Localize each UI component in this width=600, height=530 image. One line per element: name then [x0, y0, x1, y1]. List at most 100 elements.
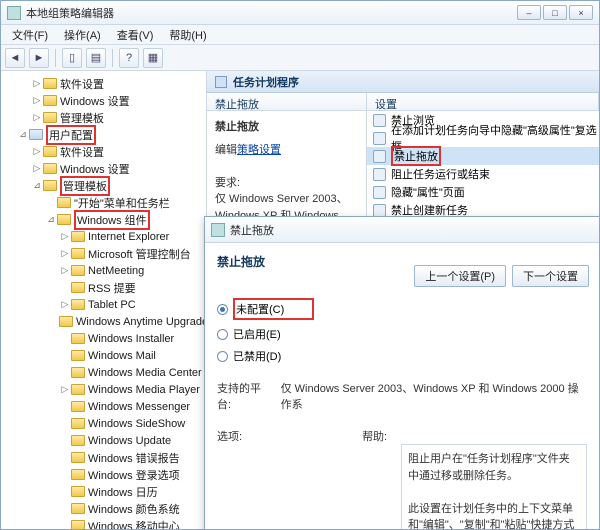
- tree-node[interactable]: ▷软件设置: [3, 75, 204, 92]
- tree-node[interactable]: ⊿管理模板: [3, 177, 204, 194]
- setting-icon: [373, 186, 386, 199]
- up-icon[interactable]: ▯: [62, 48, 82, 68]
- expand-icon[interactable]: ▷: [31, 112, 43, 123]
- supported-text: 仅 Windows Server 2003、Windows XP 和 Windo…: [281, 380, 587, 412]
- window-buttons: – □ ×: [517, 5, 593, 20]
- options-box: [217, 444, 387, 529]
- expand-icon[interactable]: ▷: [31, 163, 43, 174]
- dialog-title-bar: 禁止拖放: [205, 217, 599, 243]
- export-icon[interactable]: ▦: [143, 48, 163, 68]
- folder-icon: [71, 248, 85, 259]
- tree-node[interactable]: ▷Tablet PC: [3, 296, 204, 313]
- menu-bar: 文件(F) 操作(A) 查看(V) 帮助(H): [1, 25, 599, 45]
- window-title: 本地组策略编辑器: [26, 5, 517, 21]
- help-text: 阻止用户在"任务计划程序"文件夹中通过移或删除任务。: [408, 451, 580, 484]
- folder-icon: [71, 333, 85, 344]
- show-hide-icon[interactable]: ▤: [86, 48, 106, 68]
- tree-label: Windows Messenger: [88, 401, 190, 413]
- lower-row: 阻止用户在"任务计划程序"文件夹中通过移或删除任务。 此设置在计划任务中的上下文…: [217, 444, 587, 529]
- folder-icon: [71, 350, 85, 361]
- tree-node[interactable]: Windows 移动中心: [3, 517, 204, 529]
- dialog-icon: [211, 223, 225, 237]
- back-icon[interactable]: ◄: [5, 48, 25, 68]
- close-button[interactable]: ×: [569, 5, 593, 20]
- folder-icon: [71, 486, 85, 497]
- tree-node[interactable]: ▷Microsoft 管理控制台: [3, 245, 204, 262]
- tree-label: Windows Installer: [88, 333, 174, 345]
- tree-node[interactable]: RSS 提要: [3, 279, 204, 296]
- tree-node[interactable]: Windows Update: [3, 432, 204, 449]
- prev-setting-button[interactable]: 上一个设置(P): [414, 265, 506, 287]
- menu-help[interactable]: 帮助(H): [162, 25, 213, 45]
- expand-icon[interactable]: ▷: [31, 146, 43, 157]
- folder-icon: [71, 282, 85, 293]
- folder-icon: [71, 469, 85, 480]
- req-label: 要求:: [215, 175, 358, 192]
- tree-node[interactable]: ▷ Windows 设置: [3, 160, 204, 177]
- tree-node[interactable]: ▷Windows Media Player: [3, 381, 204, 398]
- tree-label: 用户配置: [49, 130, 93, 142]
- tree-node[interactable]: Windows SideShow: [3, 415, 204, 432]
- refresh-icon[interactable]: ?: [119, 48, 139, 68]
- tree-node[interactable]: Windows Mail: [3, 347, 204, 364]
- radio-option[interactable]: 未配置(C): [217, 298, 587, 320]
- edit-policy-link[interactable]: 策略设置: [237, 144, 281, 156]
- edit-link-row: 编辑策略设置: [215, 142, 358, 159]
- next-setting-button[interactable]: 下一个设置: [512, 265, 589, 287]
- tree-node[interactable]: Windows 日历: [3, 483, 204, 500]
- options-label: 选项:: [217, 428, 242, 444]
- tree-node[interactable]: ⊿ 用户配置: [3, 126, 204, 143]
- tree-node[interactable]: ▷Internet Explorer: [3, 228, 204, 245]
- expand-icon[interactable]: ▷: [59, 299, 71, 310]
- setting-row[interactable]: 阻止任务运行或结束: [367, 165, 599, 183]
- tree-node[interactable]: Windows Media Center: [3, 364, 204, 381]
- radio-option[interactable]: 已禁用(D): [217, 348, 587, 364]
- expand-icon[interactable]: ⊿: [17, 129, 29, 140]
- expand-icon[interactable]: ▷: [59, 265, 71, 276]
- tree-node[interactable]: Windows Installer: [3, 330, 204, 347]
- radio-option[interactable]: 已启用(E): [217, 326, 587, 342]
- tree-node[interactable]: ▷NetMeeting: [3, 262, 204, 279]
- tree-node[interactable]: ▷Windows 设置: [3, 92, 204, 109]
- folder-icon: [57, 214, 71, 225]
- expand-icon[interactable]: ▷: [59, 248, 71, 259]
- tree-node[interactable]: Windows 登录选项: [3, 466, 204, 483]
- menu-file[interactable]: 文件(F): [5, 25, 55, 45]
- tree-node[interactable]: ▷软件设置: [3, 143, 204, 160]
- tree-node[interactable]: Windows Messenger: [3, 398, 204, 415]
- tree-node[interactable]: ⊿Windows 组件: [3, 211, 204, 228]
- folder-icon: [71, 452, 85, 463]
- tree-node[interactable]: "开始"菜单和任务栏: [3, 194, 204, 211]
- tree-node[interactable]: Windows 错误报告: [3, 449, 204, 466]
- expand-icon[interactable]: ⊿: [45, 214, 57, 225]
- minimize-button[interactable]: –: [517, 5, 541, 20]
- folder-icon: [43, 112, 57, 123]
- setting-row[interactable]: 在添加计划任务向导中隐藏"高级属性"复选框: [367, 129, 599, 147]
- tree-node[interactable]: Windows 颜色系统: [3, 500, 204, 517]
- menu-view[interactable]: 查看(V): [110, 25, 161, 45]
- expand-icon[interactable]: ▷: [31, 95, 43, 106]
- expand-icon[interactable]: ⊿: [31, 180, 43, 191]
- expand-icon[interactable]: ▷: [31, 78, 43, 89]
- tree-node[interactable]: Windows Anytime Upgrade: [3, 313, 204, 330]
- tree-label: RSS 提要: [88, 280, 136, 296]
- setting-row[interactable]: 隐藏"属性"页面: [367, 183, 599, 201]
- folder-icon: [71, 418, 85, 429]
- breadcrumb: 任务计划程序: [207, 71, 599, 93]
- expand-icon[interactable]: ▷: [59, 231, 71, 242]
- nav-tree[interactable]: ▷软件设置▷Windows 设置▷管理模板⊿用户配置▷软件设置▷Windows …: [1, 71, 207, 529]
- tree-node[interactable]: ▷管理模板: [3, 109, 204, 126]
- forward-icon[interactable]: ►: [29, 48, 49, 68]
- maximize-button[interactable]: □: [543, 5, 567, 20]
- folder-icon: [71, 299, 85, 310]
- expand-icon[interactable]: ▷: [59, 384, 71, 395]
- nav-buttons: 上一个设置(P) 下一个设置: [414, 265, 589, 287]
- tree-label: Windows 设置: [60, 161, 130, 177]
- supported-label: 支持的平台:: [217, 380, 273, 412]
- app-icon: [7, 6, 21, 20]
- tree-label: Windows Anytime Upgrade: [76, 316, 207, 328]
- help-box: 阻止用户在"任务计划程序"文件夹中通过移或删除任务。 此设置在计划任务中的上下文…: [401, 444, 587, 529]
- folder-icon: [71, 231, 85, 242]
- menu-action[interactable]: 操作(A): [57, 25, 108, 45]
- folder-icon: [71, 265, 85, 276]
